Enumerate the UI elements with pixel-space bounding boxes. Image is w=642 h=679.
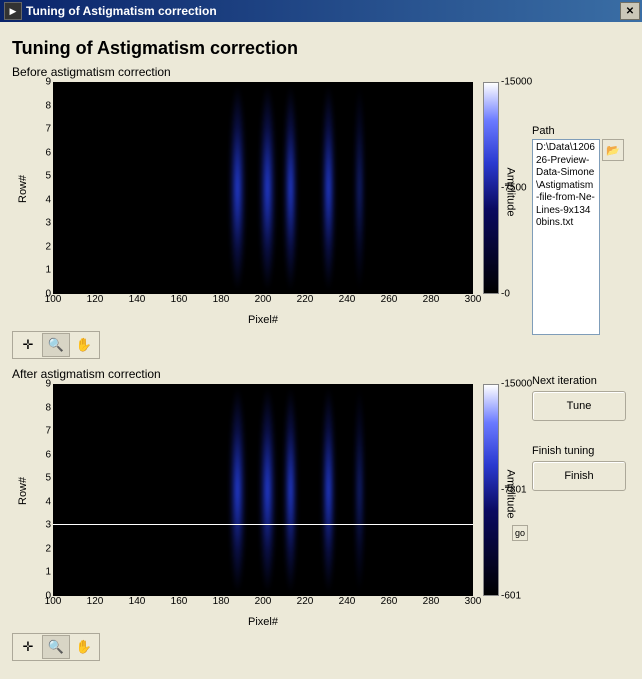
browse-folder-icon[interactable]: 📂 — [602, 139, 624, 161]
x-tick: 220 — [297, 596, 314, 607]
chart-after-xaxis: Pixel# 100120140160180200220240260280300 — [53, 596, 473, 614]
y-tick: 3 — [45, 218, 51, 229]
zoom-tool-icon[interactable]: 🔍 — [42, 333, 70, 357]
x-tick: 300 — [465, 596, 482, 607]
x-tick: 240 — [339, 596, 356, 607]
x-tick: 240 — [339, 294, 356, 305]
y-tick: 9 — [45, 379, 51, 390]
y-tick: 3 — [45, 520, 51, 531]
crosshair-tool-icon[interactable]: ✛ — [14, 635, 42, 659]
y-tick: 6 — [45, 449, 51, 460]
x-tick: 120 — [87, 596, 104, 607]
chart-before-xaxis: Pixel# 100120140160180200220240260280300 — [53, 294, 473, 312]
window-title: Tuning of Astigmatism correction — [26, 4, 620, 18]
page-title: Tuning of Astigmatism correction — [12, 38, 630, 59]
x-tick: 200 — [255, 596, 272, 607]
tune-button[interactable]: Tune — [532, 391, 626, 421]
y-tick: 1 — [45, 265, 51, 276]
chart-before-toolbar: ✛ 🔍 ✋ — [12, 331, 100, 359]
path-field[interactable]: D:\Data\120626-Preview-Data-Simone\Astig… — [532, 139, 600, 335]
x-tick: 200 — [255, 294, 272, 305]
y-tick: 6 — [45, 147, 51, 158]
colorbar-tick: -0 — [501, 288, 510, 299]
x-tick: 220 — [297, 294, 314, 305]
chart-after-canvas[interactable] — [53, 384, 473, 596]
title-bar: ▶ Tuning of Astigmatism correction ✕ — [0, 0, 642, 22]
chart-before-cb-label: Amplitude — [505, 167, 517, 216]
chart-before-canvas[interactable] — [53, 82, 473, 294]
pan-tool-icon[interactable]: ✋ — [70, 333, 98, 357]
y-tick: 4 — [45, 194, 51, 205]
y-tick: 7 — [45, 426, 51, 437]
path-go-button[interactable]: go — [512, 525, 528, 541]
x-tick: 180 — [213, 294, 230, 305]
x-tick: 160 — [171, 294, 188, 305]
x-tick: 180 — [213, 596, 230, 607]
chart-before-colorbar: -15000-7500-0 Amplitude — [481, 82, 521, 312]
x-tick: 140 — [129, 294, 146, 305]
y-tick: 4 — [45, 496, 51, 507]
chart-after-title: After astigmatism correction — [12, 367, 522, 381]
next-iteration-label: Next iteration — [532, 375, 630, 387]
x-tick: 100 — [45, 294, 62, 305]
finish-button[interactable]: Finish — [532, 461, 626, 491]
y-tick: 2 — [45, 543, 51, 554]
colorbar-tick: -15000 — [501, 379, 532, 390]
x-tick: 260 — [381, 596, 398, 607]
crosshair-tool-icon[interactable]: ✛ — [14, 333, 42, 357]
chart-after-cb-label: Amplitude — [505, 469, 517, 518]
x-tick: 120 — [87, 294, 104, 305]
y-tick: 2 — [45, 241, 51, 252]
close-button[interactable]: ✕ — [620, 2, 640, 20]
y-tick: 8 — [45, 402, 51, 413]
x-tick: 280 — [423, 596, 440, 607]
chart-after-toolbar: ✛ 🔍 ✋ — [12, 633, 100, 661]
chart-after-yaxis: Row# 0123456789 — [13, 384, 53, 614]
y-tick: 5 — [45, 473, 51, 484]
y-tick: 9 — [45, 77, 51, 88]
app-icon: ▶ — [4, 2, 22, 20]
y-tick: 8 — [45, 100, 51, 111]
x-tick: 260 — [381, 294, 398, 305]
y-tick: 1 — [45, 567, 51, 578]
chart-before-title: Before astigmatism correction — [12, 65, 522, 79]
chart-after-colorbar: -15000-7801-601 Amplitude — [481, 384, 521, 614]
chart-before-xlabel: Pixel# — [248, 314, 278, 326]
x-tick: 140 — [129, 596, 146, 607]
zoom-tool-icon[interactable]: 🔍 — [42, 635, 70, 659]
x-tick: 280 — [423, 294, 440, 305]
x-tick: 100 — [45, 596, 62, 607]
dialog-body: Tuning of Astigmatism correction Before … — [0, 22, 642, 679]
path-label: Path — [532, 125, 630, 137]
finish-tuning-label: Finish tuning — [532, 445, 630, 457]
x-tick: 160 — [171, 596, 188, 607]
pan-tool-icon[interactable]: ✋ — [70, 635, 98, 659]
chart-before: Before astigmatism correction Row# 01234… — [12, 65, 522, 359]
colorbar-tick: -601 — [501, 590, 521, 601]
chart-before-yaxis: Row# 0123456789 — [13, 82, 53, 312]
colorbar-tick: -15000 — [501, 77, 532, 88]
y-tick: 7 — [45, 124, 51, 135]
chart-after-xlabel: Pixel# — [248, 616, 278, 628]
x-tick: 300 — [465, 294, 482, 305]
y-tick: 5 — [45, 171, 51, 182]
chart-after: After astigmatism correction Row# 012345… — [12, 367, 522, 661]
